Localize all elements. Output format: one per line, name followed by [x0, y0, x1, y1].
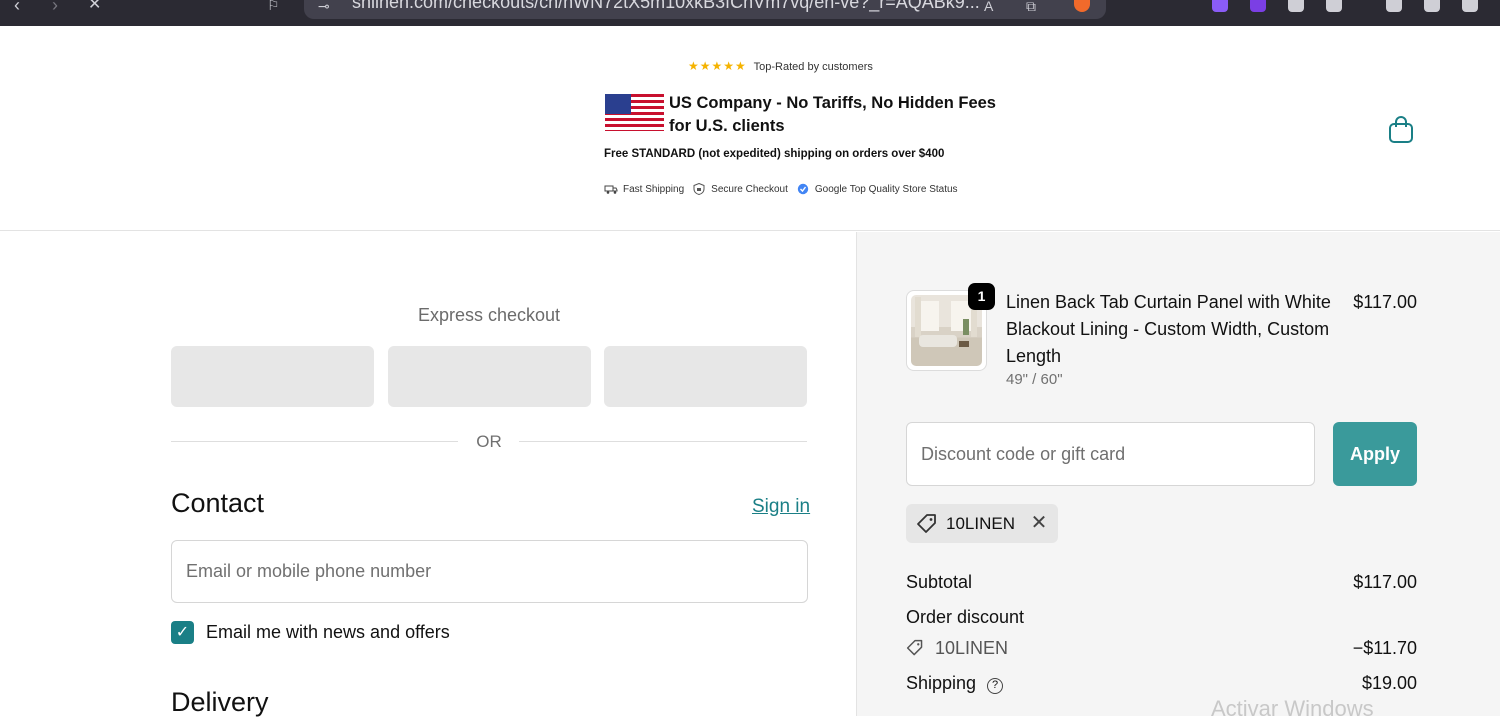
back-icon[interactable]: ‹ — [14, 0, 20, 14]
discount-code-input[interactable] — [906, 422, 1315, 486]
truck-icon — [604, 185, 618, 194]
forward-icon[interactable]: › — [52, 0, 58, 14]
extension-icon[interactable] — [1212, 0, 1228, 12]
trust-badges: Fast Shipping Secure Checkout Google Top… — [604, 183, 958, 195]
badge-secure-checkout: Secure Checkout — [692, 183, 788, 195]
browser-toolbar: ‹ › ✕ ⚐ ⊸ shlinen.com/checkouts/cn/hWN72… — [0, 0, 1500, 26]
newsletter-row[interactable]: ✓ Email me with news and offers — [171, 621, 450, 644]
address-bar[interactable]: ⊸ shlinen.com/checkouts/cn/hWN72tX5m10xk… — [304, 0, 1106, 19]
email-field[interactable] — [171, 540, 808, 603]
shipping-value: $19.00 — [1361, 673, 1417, 693]
tag-icon — [917, 513, 936, 533]
extension-icon[interactable] — [1250, 0, 1266, 12]
sidebar-icon[interactable] — [1386, 0, 1402, 12]
badge-label: Google Top Quality Store Status — [814, 183, 958, 195]
apply-button[interactable]: Apply — [1333, 422, 1417, 486]
express-pay-button[interactable] — [171, 346, 374, 407]
tag-icon — [906, 639, 923, 656]
puzzle-icon[interactable] — [1288, 0, 1304, 12]
shipping-label: Shipping — [906, 673, 977, 693]
express-checkout-title: Express checkout — [417, 305, 561, 325]
badge-label: Secure Checkout — [711, 183, 788, 195]
shield-icon — [693, 183, 705, 195]
ai-icon[interactable] — [1462, 0, 1478, 12]
subtotal-label: Subtotal — [906, 572, 973, 592]
checkout-main: Express checkout OR Contact Sign in ✓ Em… — [0, 232, 856, 717]
sign-in-link[interactable]: Sign in — [752, 496, 810, 518]
order-summary: 1 Linen Back Tab Curtain Panel with Whit… — [856, 232, 1500, 716]
windows-activation-watermark: Activar Windows — [1211, 696, 1374, 721]
screenshot-icon[interactable] — [1326, 0, 1342, 12]
newsletter-checkbox[interactable]: ✓ — [171, 621, 194, 644]
order-discount-label: Order discount — [906, 607, 1025, 627]
remove-code-icon[interactable]: ✕ — [1030, 513, 1048, 533]
badge-google-quality: Google Top Quality Store Status — [796, 183, 958, 195]
google-badge-icon — [797, 183, 809, 195]
bookmark-icon[interactable]: ⚐ — [267, 0, 280, 14]
star-rating: ★★★★★ — [688, 59, 747, 73]
newsletter-label[interactable]: Email me with news and offers — [206, 622, 450, 643]
discount-value: −$11.70 — [1352, 638, 1417, 658]
subtotal-value: $117.00 — [1353, 572, 1417, 592]
shopping-bag-icon[interactable] — [1388, 116, 1414, 144]
express-pay-button[interactable] — [604, 346, 807, 407]
shipping-row: Shipping ? $19.00 — [906, 673, 1417, 694]
banner-title: US Company - No Tariffs, No Hidden Fees … — [669, 94, 996, 135]
or-text: OR — [476, 432, 502, 451]
badge-fast-shipping: Fast Shipping — [604, 183, 684, 195]
applied-code-chip: 10LINEN ✕ — [906, 504, 1058, 543]
shipping-note: Free STANDARD (not expedited) shipping o… — [604, 148, 945, 160]
url-text[interactable]: shlinen.com/checkouts/cn/hWN72tX5m10xkB3… — [352, 0, 980, 13]
product-thumbnail: 1 — [906, 283, 995, 371]
delivery-heading: Delivery — [171, 687, 269, 717]
rating-line: ★★★★★ Top-Rated by customers — [688, 59, 873, 73]
site-info-icon[interactable]: ⊸ — [318, 0, 330, 15]
applied-code-label: 10LINEN — [946, 513, 1015, 533]
subtotal-row: Subtotal $117.00 — [906, 572, 1417, 593]
translate-icon[interactable]: A — [984, 0, 993, 14]
help-icon[interactable]: ? — [987, 678, 1004, 694]
discount-code-row: 10LINEN −$11.70 — [906, 638, 1417, 659]
product-variant: 49" / 60" — [1006, 371, 1063, 388]
product-name: Linen Back Tab Curtain Panel with White … — [1006, 292, 1331, 366]
contact-heading: Contact — [171, 488, 265, 518]
or-divider: OR — [171, 432, 807, 452]
wallet-icon[interactable] — [1424, 0, 1440, 12]
brave-shield-icon[interactable] — [1074, 0, 1090, 12]
badge-label: Fast Shipping — [623, 183, 685, 195]
order-discount-row: Order discount — [906, 607, 1417, 628]
discount-code-label: 10LINEN — [935, 638, 1009, 658]
rating-text: Top-Rated by customers — [753, 61, 873, 73]
express-pay-button[interactable] — [388, 346, 591, 407]
close-icon[interactable]: ✕ — [88, 0, 101, 14]
store-header: ★★★★★ Top-Rated by customers US Company … — [0, 26, 1500, 231]
us-flag-icon — [605, 94, 664, 131]
quantity-badge: 1 — [968, 283, 995, 310]
share-icon[interactable]: ⧉ — [1026, 0, 1036, 15]
product-price: $117.00 — [1353, 292, 1417, 312]
